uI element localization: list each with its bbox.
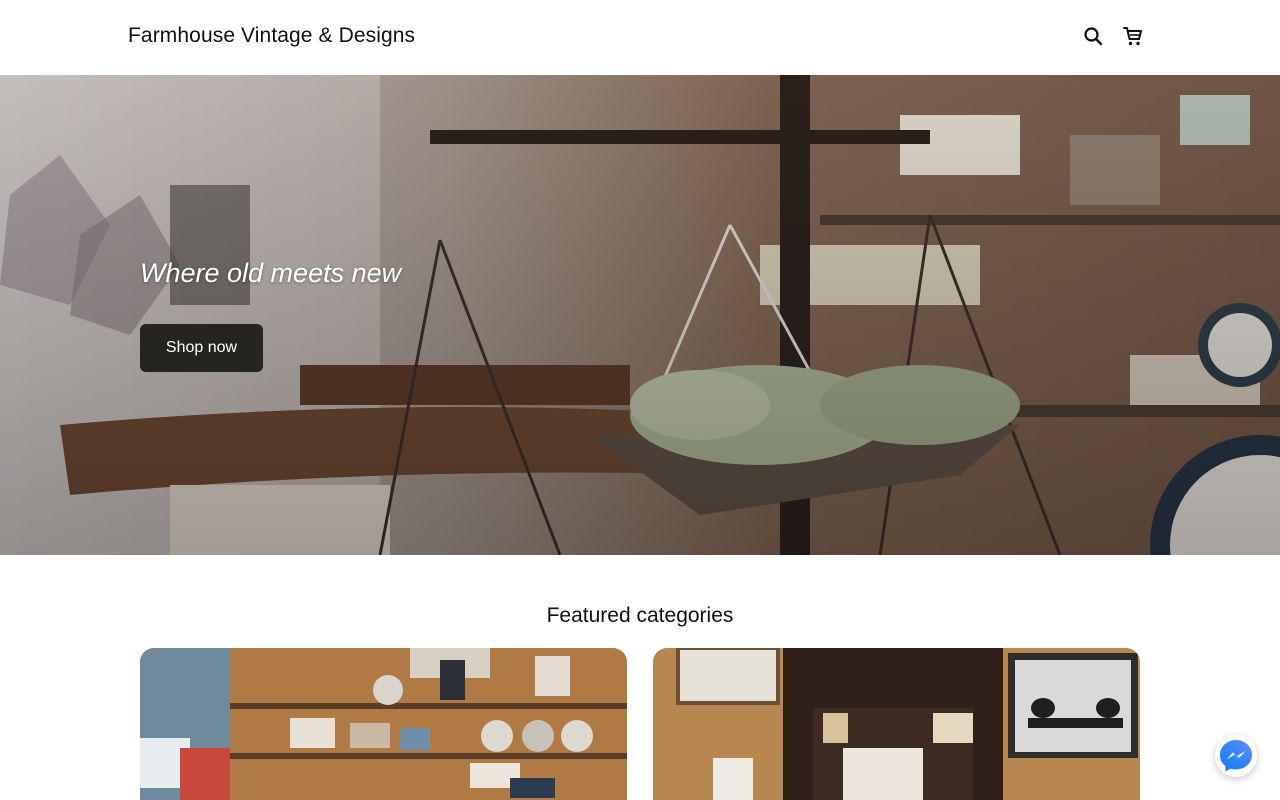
brand-logo-text[interactable]: Farmhouse Vintage & Designs	[128, 24, 415, 48]
hero-banner: Where old meets new Shop now	[0, 75, 1280, 555]
category-card-welcome-hutch[interactable]	[653, 648, 1140, 800]
shop-shelves-photo	[140, 648, 627, 800]
hero-tagline: Where old meets new	[140, 258, 402, 288]
site-header: Farmhouse Vintage & Designs	[0, 0, 1280, 75]
messenger-chat-button[interactable]	[1215, 735, 1257, 777]
welcome-sign-hutch-photo	[653, 648, 1140, 800]
messenger-icon	[1216, 736, 1256, 776]
featured-categories-title: Featured categories	[546, 604, 734, 627]
hero-background-photo	[0, 75, 1280, 555]
cart-icon[interactable]	[1119, 22, 1147, 50]
search-icon[interactable]	[1079, 22, 1107, 50]
shop-now-button[interactable]: Shop now	[140, 324, 263, 372]
category-card-shop-shelves[interactable]	[140, 648, 627, 800]
